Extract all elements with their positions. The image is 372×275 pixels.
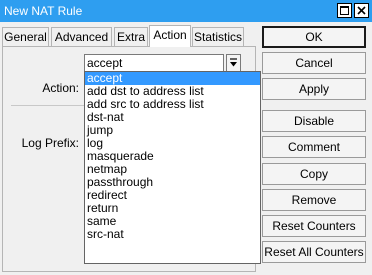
option-jump[interactable]: jump (85, 124, 260, 137)
dialog-body: General Advanced Extra Action Statistics… (0, 22, 372, 275)
maximize-icon (340, 6, 349, 15)
tab-statistics[interactable]: Statistics (192, 27, 244, 46)
copy-button[interactable]: Copy (262, 163, 366, 185)
close-icon (357, 6, 366, 15)
reset-all-counters-button[interactable]: Reset All Counters (262, 241, 366, 263)
action-dropdown-list: accept add dst to address list add src t… (84, 71, 261, 264)
maximize-button[interactable] (337, 3, 352, 18)
remove-button[interactable]: Remove (262, 189, 366, 211)
comment-button[interactable]: Comment (262, 136, 366, 158)
action-label: Action: (42, 81, 79, 95)
disable-button[interactable]: Disable (262, 110, 366, 132)
action-dropdown-button[interactable] (226, 54, 241, 72)
reset-counters-button[interactable]: Reset Counters (262, 215, 366, 237)
cancel-button[interactable]: Cancel (262, 52, 366, 74)
tab-action[interactable]: Action (149, 25, 191, 47)
ok-button[interactable]: OK (262, 26, 366, 48)
apply-button[interactable]: Apply (262, 78, 366, 100)
tab-advanced[interactable]: Advanced (51, 27, 112, 46)
action-select[interactable]: accept (84, 54, 224, 72)
window-title: New NAT Rule (4, 4, 83, 18)
tab-extra[interactable]: Extra (114, 27, 148, 46)
title-bar: New NAT Rule (0, 0, 372, 22)
log-prefix-label: Log Prefix: (21, 136, 79, 150)
close-button[interactable] (354, 3, 369, 18)
option-src-nat[interactable]: src-nat (85, 228, 260, 241)
tab-general[interactable]: General (2, 27, 49, 46)
dropdown-arrow-icon (230, 58, 237, 67)
